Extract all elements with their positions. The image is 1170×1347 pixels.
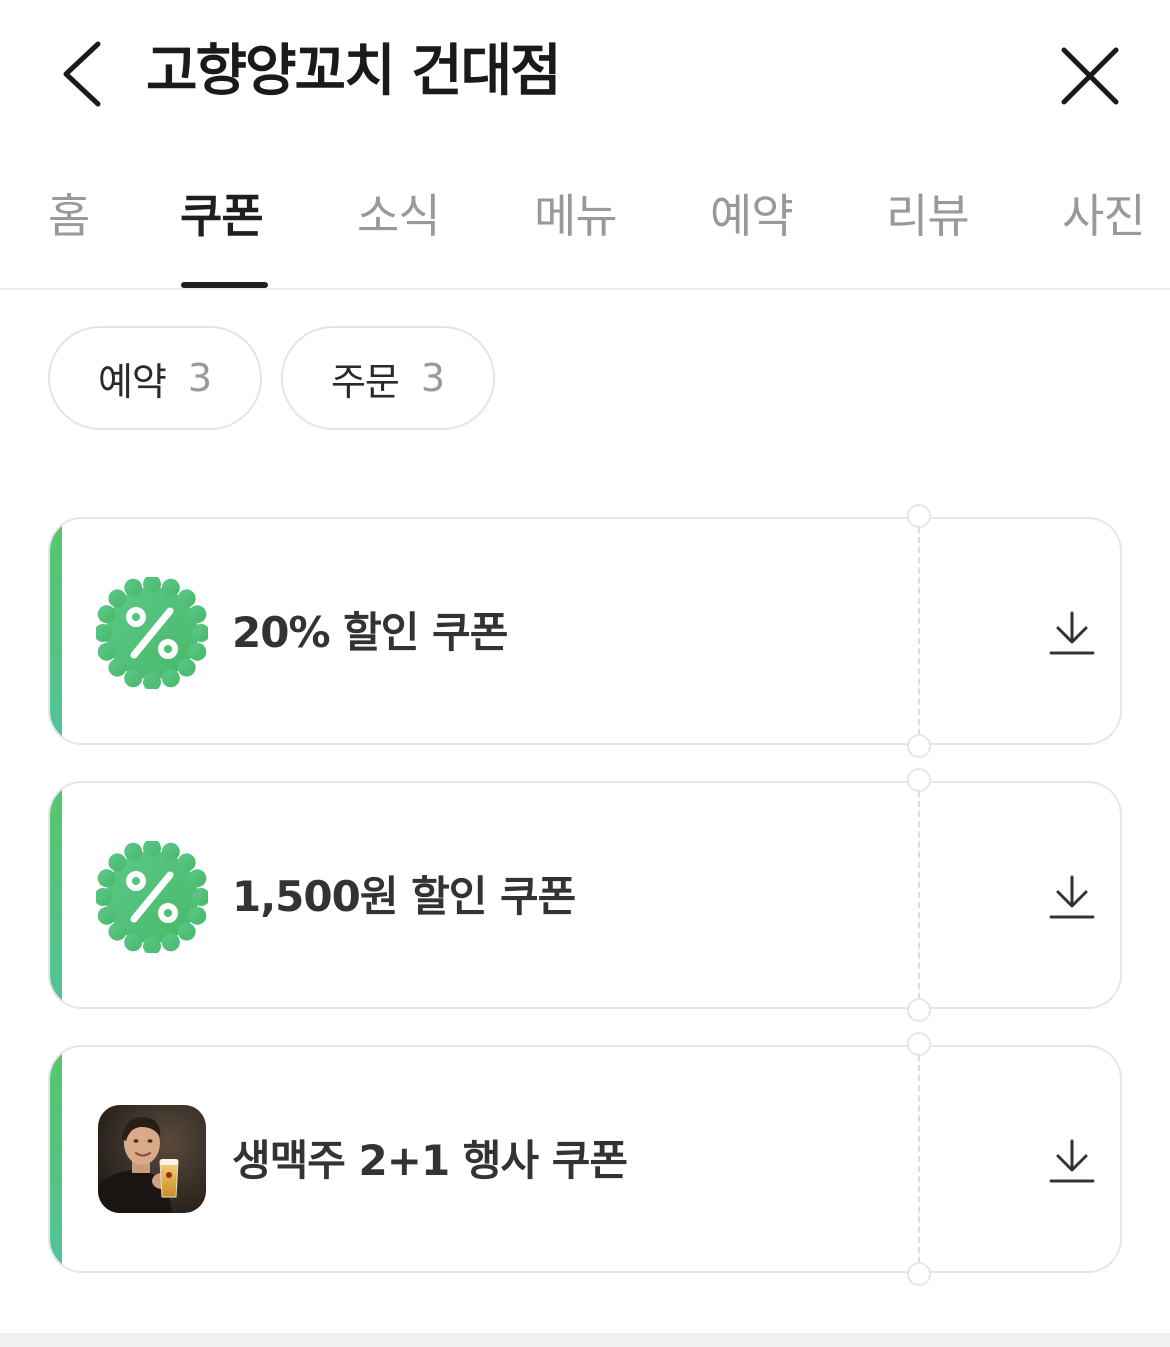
coupon-download-button[interactable] — [918, 517, 1122, 745]
filter-chip-order[interactable]: 주문 3 — [281, 326, 495, 430]
coupon-card: 생맥주 2+1 행사 쿠폰 — [48, 1032, 1122, 1286]
coupon-accent-bar — [50, 783, 62, 1007]
active-tab-indicator — [181, 282, 268, 288]
coupon-card: 20% 할인 쿠폰 — [48, 504, 1122, 758]
coupon-notch — [907, 1032, 931, 1056]
beer-promo-thumbnail — [98, 1105, 206, 1213]
download-icon — [1049, 611, 1095, 655]
tab-review[interactable]: 리뷰 — [886, 186, 970, 246]
chip-label: 주문 — [330, 359, 400, 404]
coupon-body: 20% 할인 쿠폰 — [48, 517, 918, 745]
tab-bar: 홈 쿠폰 소식 메뉴 예약 리뷰 사진 — [0, 150, 1170, 290]
tab-menu[interactable]: 메뉴 — [534, 186, 618, 246]
tab-home[interactable]: 홈 — [48, 186, 90, 246]
close-icon — [1061, 47, 1119, 105]
coupon-accent-bar — [50, 1047, 62, 1271]
coupon-notch — [907, 1262, 931, 1286]
coupon-title: 생맥주 2+1 행사 쿠폰 — [232, 1136, 628, 1185]
chip-count: 3 — [187, 356, 213, 400]
filter-chip-reservation[interactable]: 예약 3 — [48, 326, 262, 430]
coupon-notch — [907, 504, 931, 528]
coupon-download-button[interactable] — [918, 1045, 1122, 1273]
chip-count: 3 — [420, 356, 446, 400]
coupon-notch — [907, 734, 931, 758]
coupon-title: 20% 할인 쿠폰 — [232, 608, 508, 657]
chip-label: 예약 — [97, 359, 167, 404]
coupon-card: 1,500원 할인 쿠폰 — [48, 768, 1122, 1022]
download-icon — [1049, 875, 1095, 919]
coupon-body: 1,500원 할인 쿠폰 — [48, 781, 918, 1009]
coupon-notch — [907, 768, 931, 792]
tab-coupon[interactable]: 쿠폰 — [180, 186, 264, 246]
tab-news[interactable]: 소식 — [357, 186, 441, 246]
coupon-title: 1,500원 할인 쿠폰 — [232, 872, 576, 921]
close-button[interactable] — [1054, 40, 1126, 112]
percent-badge-icon — [96, 841, 208, 953]
download-icon — [1049, 1139, 1095, 1183]
section-divider — [0, 1333, 1170, 1347]
page-title: 고향양꼬치 건대점 — [146, 39, 562, 104]
header: 고향양꼬치 건대점 — [0, 0, 1170, 150]
chevron-left-icon — [63, 41, 101, 107]
percent-badge-icon — [96, 577, 208, 689]
coupon-body: 생맥주 2+1 행사 쿠폰 — [48, 1045, 918, 1273]
coupon-accent-bar — [50, 519, 62, 743]
coupon-download-button[interactable] — [918, 781, 1122, 1009]
tab-photo[interactable]: 사진 — [1062, 186, 1146, 246]
tab-reservation[interactable]: 예약 — [710, 186, 794, 246]
back-button[interactable] — [52, 36, 116, 112]
coupon-notch — [907, 998, 931, 1022]
